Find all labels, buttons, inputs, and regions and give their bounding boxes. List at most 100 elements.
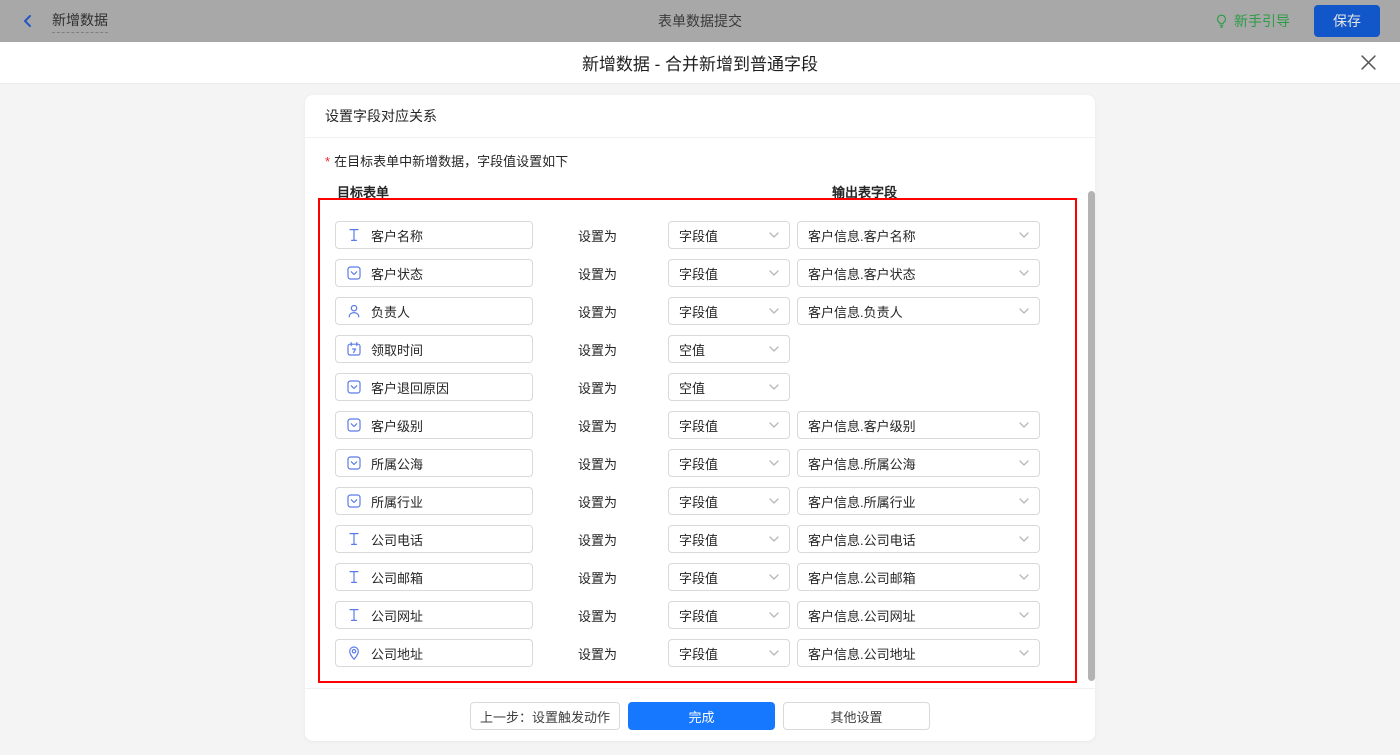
output-field-select[interactable]: 客户信息.所属行业 (797, 487, 1040, 515)
field-mapping-row: 领取时间 设置为 空值 (335, 335, 1075, 363)
chevron-down-icon (769, 346, 779, 352)
back-arrow-icon[interactable] (20, 13, 36, 29)
target-field-label: 领取时间 (371, 342, 424, 358)
text-field-icon (346, 607, 362, 623)
target-field-input[interactable]: 公司地址 (335, 639, 533, 667)
chevron-down-icon (1019, 536, 1029, 542)
field-mapping-row: 公司电话 设置为 字段值 客户信息.公司电话 (335, 525, 1075, 553)
target-field-input[interactable]: 公司邮箱 (335, 563, 533, 591)
select-field-icon (346, 493, 362, 509)
output-field-select[interactable]: 客户信息.客户名称 (797, 221, 1040, 249)
target-field-label: 公司电话 (371, 532, 424, 548)
chevron-down-icon (1019, 574, 1029, 580)
chevron-down-icon (1019, 612, 1029, 618)
close-icon[interactable] (1361, 55, 1376, 70)
target-field-label: 客户退回原因 (371, 380, 450, 396)
output-field-select[interactable]: 客户信息.公司地址 (797, 639, 1040, 667)
output-field-select[interactable]: 客户信息.公司邮箱 (797, 563, 1040, 591)
app-title: 表单数据提交 (658, 13, 742, 29)
dialog-title: 新增数据 - 合并新增到普通字段 (581, 55, 819, 74)
guide-label: 新手引导 (1234, 13, 1290, 29)
target-field-label: 客户级别 (371, 418, 424, 434)
set-as-label: 设置为 (578, 304, 618, 320)
output-field-select[interactable]: 客户信息.所属公海 (797, 449, 1040, 477)
chevron-down-icon (769, 308, 779, 314)
vertical-scrollbar[interactable] (1088, 191, 1095, 681)
target-field-label: 客户名称 (371, 228, 424, 244)
chevron-down-icon (1019, 422, 1029, 428)
set-as-label: 设置为 (578, 646, 618, 662)
output-field-select[interactable]: 客户信息.客户级别 (797, 411, 1040, 439)
chevron-down-icon (769, 536, 779, 542)
field-mapping-row: 负责人 设置为 字段值 客户信息.负责人 (335, 297, 1075, 325)
set-as-label: 设置为 (578, 380, 618, 396)
select-field-icon (346, 379, 362, 395)
text-field-icon (346, 569, 362, 585)
text-field-icon (346, 531, 362, 547)
value-mode-select[interactable]: 字段值 (668, 525, 790, 553)
beginner-guide-link[interactable]: 新手引导 (1214, 11, 1290, 31)
finish-button[interactable]: 完成 (628, 702, 775, 730)
target-field-label: 负责人 (371, 304, 411, 320)
value-mode-select[interactable]: 字段值 (668, 487, 790, 515)
select-field-icon (346, 455, 362, 471)
value-mode-select[interactable]: 字段值 (668, 563, 790, 591)
set-as-label: 设置为 (578, 494, 618, 510)
field-mapping-row: 公司地址 设置为 字段值 客户信息.公司地址 (335, 639, 1075, 667)
target-field-input[interactable]: 负责人 (335, 297, 533, 325)
save-button[interactable]: 保存 (1314, 5, 1380, 37)
set-as-label: 设置为 (578, 418, 618, 434)
output-field-select[interactable]: 客户信息.公司网址 (797, 601, 1040, 629)
value-mode-select[interactable]: 字段值 (668, 601, 790, 629)
target-field-label: 公司网址 (371, 608, 424, 624)
chevron-down-icon (769, 574, 779, 580)
value-mode-select[interactable]: 空值 (668, 335, 790, 363)
value-mode-select[interactable]: 字段值 (668, 411, 790, 439)
instruction-text: * 在目标表单中新增数据，字段值设置如下 (325, 154, 569, 169)
target-field-label: 公司邮箱 (371, 570, 424, 586)
mapping-highlight-box: 客户名称 设置为 字段值 客户信息.客户名称 客户状态 设置为 字段值 客户信息… (318, 198, 1077, 683)
set-as-label: 设置为 (578, 570, 618, 586)
field-mapping-row: 客户名称 设置为 字段值 客户信息.客户名称 (335, 221, 1075, 249)
target-field-input[interactable]: 客户级别 (335, 411, 533, 439)
lightbulb-icon (1214, 13, 1229, 29)
value-mode-select[interactable]: 字段值 (668, 259, 790, 287)
target-field-input[interactable]: 所属公海 (335, 449, 533, 477)
target-field-input[interactable]: 公司网址 (335, 601, 533, 629)
other-settings-button[interactable]: 其他设置 (783, 702, 930, 730)
field-mapping-row: 客户退回原因 设置为 空值 (335, 373, 1075, 401)
target-field-input[interactable]: 所属行业 (335, 487, 533, 515)
field-mapping-row: 客户级别 设置为 字段值 客户信息.客户级别 (335, 411, 1075, 439)
field-mapping-row: 公司邮箱 设置为 字段值 客户信息.公司邮箱 (335, 563, 1075, 591)
target-field-input[interactable]: 客户退回原因 (335, 373, 533, 401)
value-mode-select[interactable]: 空值 (668, 373, 790, 401)
chevron-down-icon (1019, 498, 1029, 504)
previous-step-button[interactable]: 上一步：设置触发动作 (470, 702, 620, 730)
value-mode-select[interactable]: 字段值 (668, 221, 790, 249)
set-as-label: 设置为 (578, 228, 618, 244)
top-bar: 新增数据 表单数据提交 新手引导 保存 (0, 0, 1400, 42)
back-label[interactable]: 新增数据 (52, 10, 108, 33)
chevron-down-icon (769, 384, 779, 390)
output-field-select[interactable]: 客户信息.公司电话 (797, 525, 1040, 553)
text-field-icon (346, 227, 362, 243)
output-field-select[interactable]: 客户信息.客户状态 (797, 259, 1040, 287)
set-as-label: 设置为 (578, 456, 618, 472)
card-title: 设置字段对应关系 (305, 95, 1095, 138)
target-field-input[interactable]: 客户状态 (335, 259, 533, 287)
value-mode-select[interactable]: 字段值 (668, 297, 790, 325)
field-mapping-row: 所属公海 设置为 字段值 客户信息.所属公海 (335, 449, 1075, 477)
select-field-icon (346, 265, 362, 281)
target-field-input[interactable]: 领取时间 (335, 335, 533, 363)
chevron-down-icon (769, 460, 779, 466)
card-footer: 上一步：设置触发动作 完成 其他设置 (305, 688, 1095, 741)
chevron-down-icon (769, 498, 779, 504)
output-field-select[interactable]: 客户信息.负责人 (797, 297, 1040, 325)
value-mode-select[interactable]: 字段值 (668, 449, 790, 477)
value-mode-select[interactable]: 字段值 (668, 639, 790, 667)
target-field-input[interactable]: 客户名称 (335, 221, 533, 249)
target-field-label: 所属公海 (371, 456, 424, 472)
field-mapping-row: 客户状态 设置为 字段值 客户信息.客户状态 (335, 259, 1075, 287)
field-mapping-card: 设置字段对应关系 * 在目标表单中新增数据，字段值设置如下 目标表单 输出表字段 … (305, 95, 1095, 741)
target-field-input[interactable]: 公司电话 (335, 525, 533, 553)
